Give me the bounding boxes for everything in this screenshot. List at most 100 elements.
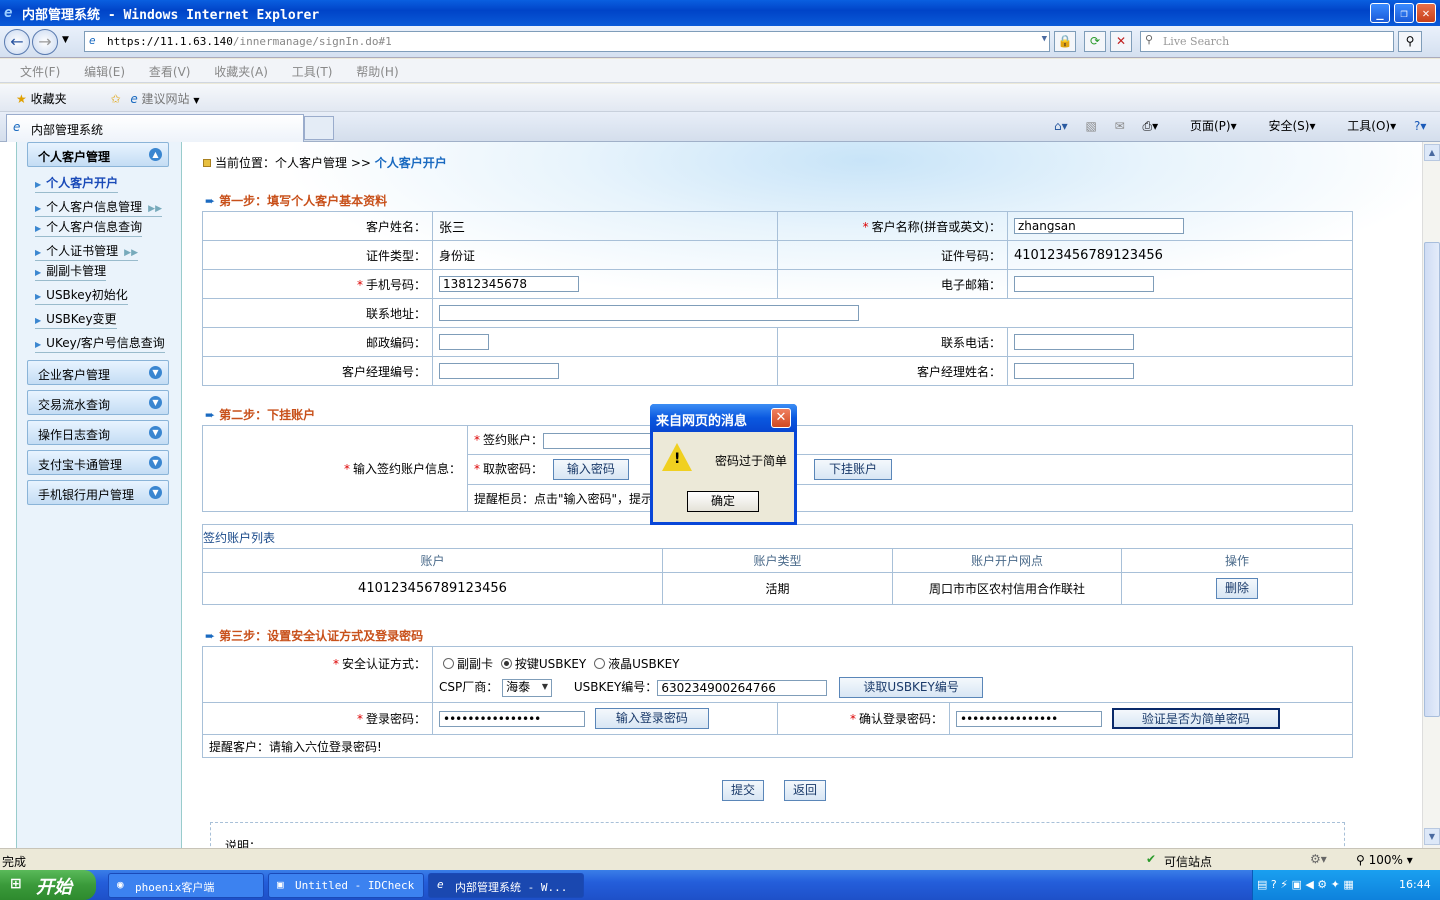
refresh-icon[interactable]: ⟳ [1084,31,1106,52]
attach-account-button[interactable]: 下挂账户 [814,459,892,480]
dialog-ok-button[interactable]: 确定 [687,491,759,512]
lock-icon[interactable]: 🔒 [1054,31,1076,52]
minimize-button[interactable]: _ [1370,3,1390,23]
stop-icon[interactable]: ✕ [1110,31,1132,52]
forward-button[interactable]: → [32,29,58,55]
chevron-down-icon[interactable]: ▼ [193,96,199,105]
url-dropdown-icon[interactable]: ▼ [1042,34,1047,44]
start-button[interactable]: ⊞ 开始 [0,870,96,900]
page-menu[interactable]: 页面(P)▾ [1176,119,1237,133]
scroll-down-icon[interactable]: ▼ [1424,828,1440,845]
print-icon[interactable]: ⎙▾ [1143,119,1159,133]
favorites-button[interactable]: 收藏夹 [31,92,67,106]
search-go-icon[interactable]: ⚲ [1398,31,1422,52]
search-input[interactable]: ⚲ Live Search [1140,31,1394,52]
mobile-input[interactable]: 13812345678 [439,276,579,292]
sidebar: 个人客户管理 ▲ ▶ 个人客户开户 ▶ 个人客户信息管理 ▶▶ ▶ 个人客户信息查询 ▶… [16,142,182,848]
csp-select[interactable]: 海泰 ▼ [502,678,553,697]
signing-account-input[interactable] [543,432,654,449]
sidebar-group-personal[interactable]: 个人客户管理 ▲ [27,142,169,167]
clock: 16:44 [1399,878,1431,891]
task-idcheck[interactable]: ▣ Untitled - IDCheck [268,873,424,898]
read-usbkey-button[interactable]: 读取USBKEY编号 [839,677,984,698]
tab-page-icon: e [13,120,21,134]
sidebar-item-usbkey-change[interactable]: ▶ USBKey变更 [35,310,117,329]
scroll-thumb[interactable] [1424,242,1440,717]
vertical-scrollbar[interactable]: ▲ ▼ [1422,142,1440,848]
tab-active[interactable]: e 内部管理系统 [6,114,304,142]
task-ie[interactable]: e 内部管理系统 - W... [428,873,584,898]
dialog-close-button[interactable]: ✕ [771,408,791,428]
menu-file[interactable]: 文件(F) [20,65,60,79]
sidebar-item-open-account[interactable]: ▶ 个人客户开户 [35,174,119,193]
input-login-password-button[interactable]: 输入登录密码 [594,708,709,729]
input-password-button[interactable]: 输入密码 [552,459,629,480]
new-tab-button[interactable] [304,116,334,140]
usbkey-no-input[interactable]: 630234900264766 [657,679,828,696]
mail-icon[interactable]: ✉ [1115,119,1125,133]
address-input[interactable] [439,305,859,321]
sidebar-item-info-manage[interactable]: ▶ 个人客户信息管理 ▶▶ [35,198,163,217]
restore-button[interactable]: ❐ [1394,3,1414,23]
menu-edit[interactable]: 编辑(E) [84,65,125,79]
sidebar-group-enterprise[interactable]: 企业客户管理 ▼ [27,360,169,385]
label-phone: 联系电话： [777,327,1008,357]
history-dropdown-icon[interactable]: ▼ [62,35,69,45]
protected-mode-icon[interactable]: ⚙▾ [1310,852,1327,866]
scroll-up-icon[interactable]: ▲ [1424,144,1440,161]
back-button[interactable]: ← [4,29,30,55]
arrow-icon: ➨ [205,408,216,422]
sidebar-item-card-manage[interactable]: ▶ 副副卡管理 [35,262,107,281]
table-row: 410123456789123456 活期 周口市市区农村信用合作联社 删除 [202,572,1353,605]
url-input[interactable]: e https://11.1.63.140/innermanage/signIn… [84,31,1050,52]
radio-button-usbkey[interactable] [500,658,512,669]
help-icon[interactable]: ?▾ [1414,119,1426,133]
phone-input[interactable] [1014,334,1134,350]
home-icon[interactable]: ⌂▾ [1054,119,1068,133]
menu-favorites[interactable]: 收藏夹(A) [214,65,268,79]
label-id-type: 证件类型： [202,240,433,270]
manager-name-input[interactable] [1014,363,1134,379]
radio-lcd-usbkey[interactable] [594,658,606,669]
tray-icons[interactable]: ▤ ? ⚡ ▣ ◀ ⚙ ✦ ▦ [1257,878,1354,891]
safety-menu[interactable]: 安全(S)▾ [1254,119,1315,133]
chevron-down-icon: ▼ [149,366,162,379]
postcode-input[interactable] [439,334,489,350]
confirm-password-input[interactable]: •••••••••••••••• [956,710,1102,727]
submit-button[interactable]: 提交 [722,780,764,801]
add-favorite-icon[interactable]: ✩ [110,92,120,106]
email-input[interactable] [1014,276,1154,292]
dialog-title-bar[interactable]: 来自网页的消息 ✕ [650,404,797,432]
sidebar-group-oplog[interactable]: 操作日志查询 ▼ [27,420,169,445]
delete-button[interactable]: 删除 [1216,578,1258,599]
triangle-icon: ▶ [35,180,42,189]
manager-no-input[interactable] [439,363,559,379]
chevron-down-icon: ▼ [149,426,162,439]
radio-card[interactable] [443,658,454,669]
chevron-up-icon: ▲ [149,148,162,161]
sidebar-item-info-query[interactable]: ▶ 个人客户信息查询 [35,218,143,237]
menu-tools[interactable]: 工具(T) [292,65,333,79]
window-title-bar[interactable]: e 内部管理系统 - Windows Internet Explorer _ ❐… [0,0,1440,26]
sidebar-group-transactions[interactable]: 交易流水查询 ▼ [27,390,169,415]
tools-menu[interactable]: 工具(O)▾ [1333,119,1396,133]
sidebar-item-usbkey-init[interactable]: ▶ USBkey初始化 [35,286,128,305]
suggested-sites-link[interactable]: 建议网站 [142,92,190,106]
menu-bar: 文件(F) 编辑(E) 查看(V) 收藏夹(A) 工具(T) 帮助(H) [0,59,1440,83]
login-password-input[interactable]: •••••••••••••••• [439,710,585,727]
feeds-icon[interactable]: ▧ [1085,119,1096,133]
sidebar-group-alipay[interactable]: 支付宝卡通管理 ▼ [27,450,169,475]
col-account: 账户 [202,548,663,573]
sidebar-item-cert-manage[interactable]: ▶ 个人证书管理 ▶▶ [35,242,139,261]
verify-simple-password-button[interactable]: 验证是否为简单密码 [1111,708,1280,729]
sidebar-group-mobile[interactable]: 手机银行用户管理 ▼ [27,480,169,505]
zoom-level[interactable]: ⚲ 100% ▾ [1356,853,1413,867]
sidebar-item-ukey-query[interactable]: ▶ UKey/客户号信息查询 [35,334,165,353]
menu-help[interactable]: 帮助(H) [356,65,398,79]
triangle-icon: ▶ [35,224,42,233]
task-phoenix[interactable]: ◉ phoenix客户端 [108,873,264,898]
menu-view[interactable]: 查看(V) [149,65,191,79]
close-window-button[interactable]: ✕ [1416,3,1436,23]
customer-name-en-input[interactable]: zhangsan [1014,218,1184,234]
back-button-form[interactable]: 返回 [784,780,826,801]
